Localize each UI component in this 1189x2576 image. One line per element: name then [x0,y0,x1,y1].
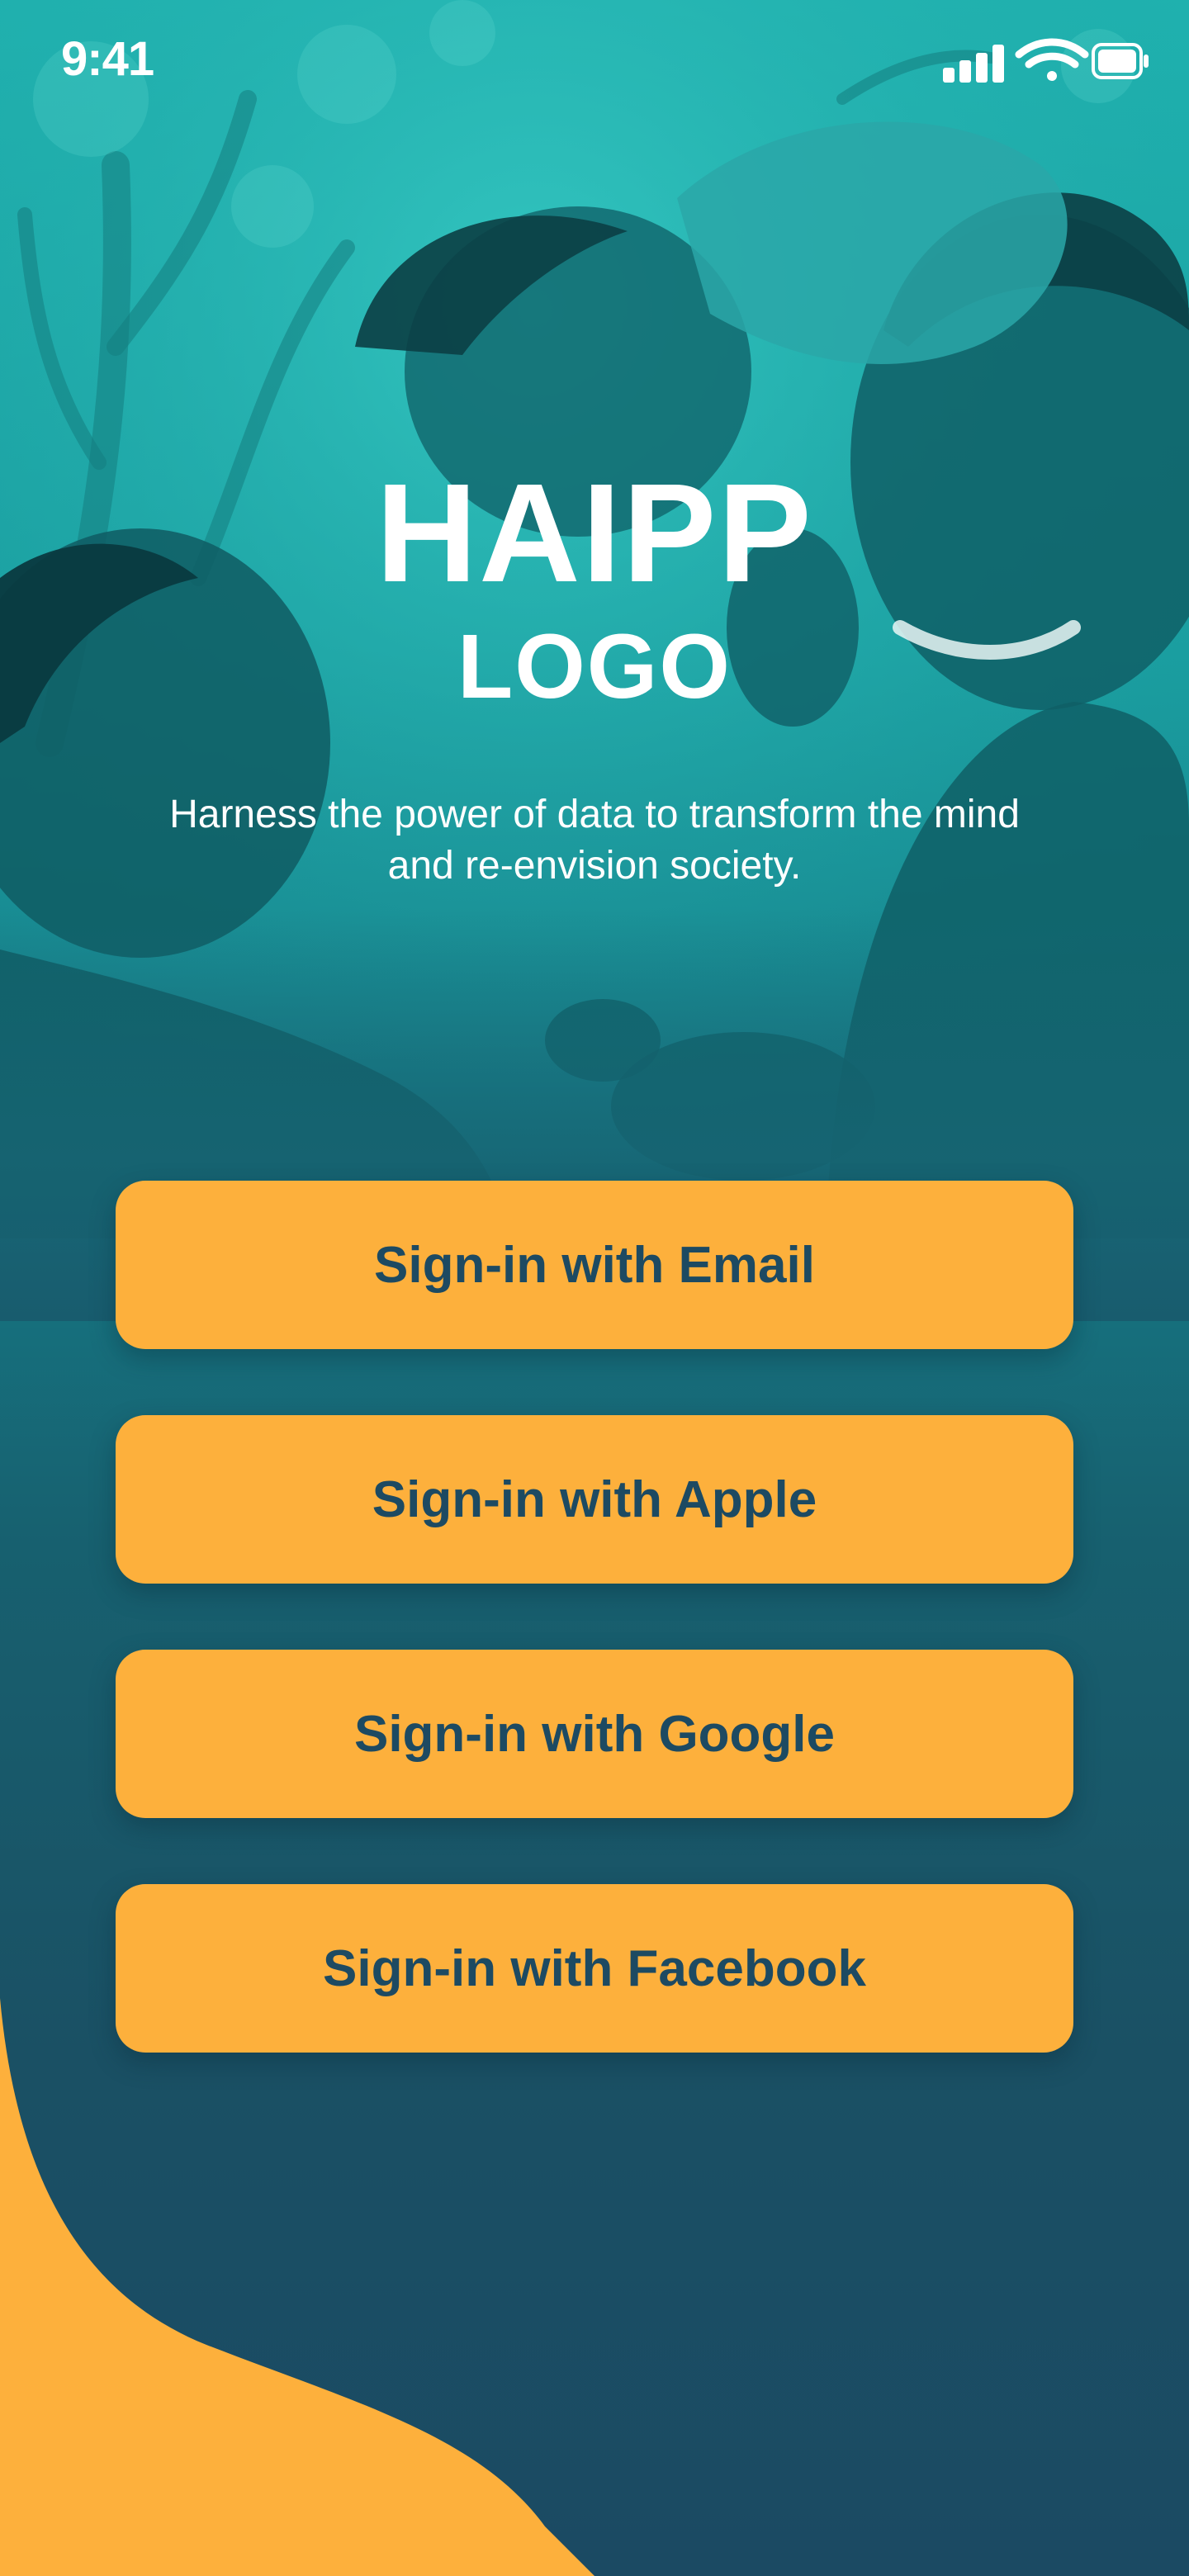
sign-in-google-button[interactable]: Sign-in with Google [116,1650,1073,1818]
status-icons [943,38,1149,83]
sign-in-options: Sign-in with Email Sign-in with Apple Si… [116,1181,1073,2119]
logo-subtitle: LOGO [457,616,732,717]
sign-in-facebook-button[interactable]: Sign-in with Facebook [116,1884,1073,2053]
battery-icon [1092,43,1149,79]
tagline: Harness the power of data to transform t… [169,793,1020,888]
signal-icon [943,45,1004,83]
sign-in-apple-button[interactable]: Sign-in with Apple [116,1415,1073,1584]
logo-title: HAIPP [376,455,813,612]
status-time: 9:41 [61,32,154,86]
sign-in-screen: 9:41 HAIPP LOGO Harness the power of dat… [0,0,1189,2576]
sign-in-email-button[interactable]: Sign-in with Email [116,1181,1073,1349]
wifi-icon [1015,38,1089,81]
status-bar: 9:41 [0,0,1189,124]
